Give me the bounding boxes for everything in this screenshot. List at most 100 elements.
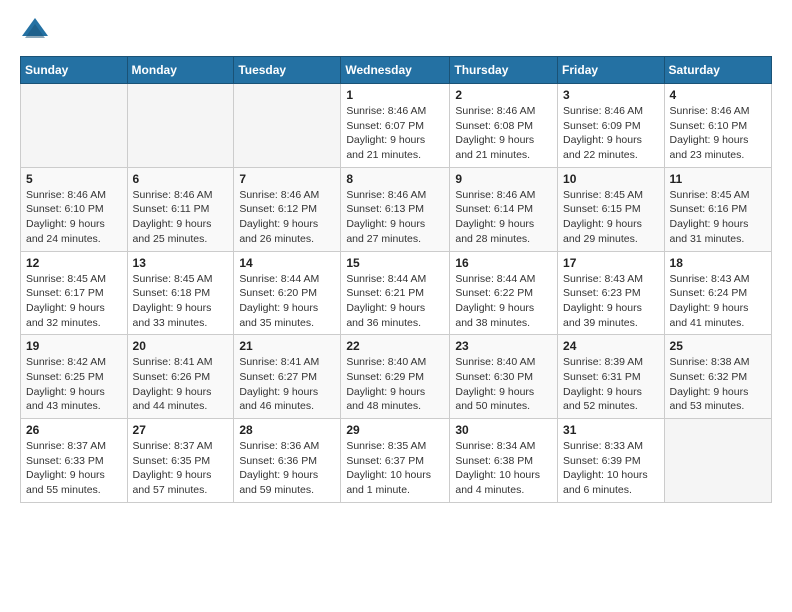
calendar-cell: 6 Sunrise: 8:46 AMSunset: 6:11 PMDaylight… bbox=[127, 167, 234, 251]
calendar-cell bbox=[664, 419, 771, 503]
day-info: Sunrise: 8:45 AMSunset: 6:17 PMDaylight:… bbox=[26, 272, 122, 331]
day-info: Sunrise: 8:36 AMSunset: 6:36 PMDaylight:… bbox=[239, 439, 335, 498]
calendar-cell: 4 Sunrise: 8:46 AMSunset: 6:10 PMDaylight… bbox=[664, 84, 771, 168]
day-info: Sunrise: 8:46 AMSunset: 6:09 PMDaylight:… bbox=[563, 104, 659, 163]
calendar-cell: 1 Sunrise: 8:46 AMSunset: 6:07 PMDaylight… bbox=[341, 84, 450, 168]
calendar-cell: 30 Sunrise: 8:34 AMSunset: 6:38 PMDayligh… bbox=[450, 419, 558, 503]
day-info: Sunrise: 8:40 AMSunset: 6:29 PMDaylight:… bbox=[346, 355, 444, 414]
calendar-cell: 11 Sunrise: 8:45 AMSunset: 6:16 PMDayligh… bbox=[664, 167, 771, 251]
day-info: Sunrise: 8:46 AMSunset: 6:07 PMDaylight:… bbox=[346, 104, 444, 163]
day-number: 31 bbox=[563, 423, 659, 437]
day-number: 30 bbox=[455, 423, 552, 437]
day-info: Sunrise: 8:46 AMSunset: 6:11 PMDaylight:… bbox=[133, 188, 229, 247]
day-info: Sunrise: 8:33 AMSunset: 6:39 PMDaylight:… bbox=[563, 439, 659, 498]
weekday-header-sunday: Sunday bbox=[21, 57, 128, 84]
calendar-cell: 3 Sunrise: 8:46 AMSunset: 6:09 PMDaylight… bbox=[558, 84, 665, 168]
day-number: 13 bbox=[133, 256, 229, 270]
calendar-cell: 25Sunrise: 8:38 AMSunset: 6:32 PMDayligh… bbox=[664, 335, 771, 419]
day-number: 27 bbox=[133, 423, 229, 437]
calendar-cell: 9 Sunrise: 8:46 AMSunset: 6:14 PMDaylight… bbox=[450, 167, 558, 251]
day-number: 14 bbox=[239, 256, 335, 270]
day-number: 18 bbox=[670, 256, 766, 270]
calendar-cell: 12 Sunrise: 8:45 AMSunset: 6:17 PMDayligh… bbox=[21, 251, 128, 335]
calendar-cell: 8 Sunrise: 8:46 AMSunset: 6:13 PMDaylight… bbox=[341, 167, 450, 251]
day-number: 24 bbox=[563, 339, 659, 353]
day-info: Sunrise: 8:46 AMSunset: 6:10 PMDaylight:… bbox=[670, 104, 766, 163]
day-number: 3 bbox=[563, 88, 659, 102]
day-info: Sunrise: 8:43 AMSunset: 6:24 PMDaylight:… bbox=[670, 272, 766, 331]
day-info: Sunrise: 8:43 AMSunset: 6:23 PMDaylight:… bbox=[563, 272, 659, 331]
day-number: 9 bbox=[455, 172, 552, 186]
weekday-header-friday: Friday bbox=[558, 57, 665, 84]
weekday-row: SundayMondayTuesdayWednesdayThursdayFrid… bbox=[21, 57, 772, 84]
day-number: 6 bbox=[133, 172, 229, 186]
day-info: Sunrise: 8:46 AMSunset: 6:08 PMDaylight:… bbox=[455, 104, 552, 163]
calendar-cell: 27 Sunrise: 8:37 AMSunset: 6:35 PMDayligh… bbox=[127, 419, 234, 503]
day-number: 22 bbox=[346, 339, 444, 353]
day-number: 16 bbox=[455, 256, 552, 270]
day-number: 8 bbox=[346, 172, 444, 186]
day-info: Sunrise: 8:44 AMSunset: 6:20 PMDaylight:… bbox=[239, 272, 335, 331]
calendar-cell: 24 Sunrise: 8:39 AMSunset: 6:31 PMDayligh… bbox=[558, 335, 665, 419]
day-info: Sunrise: 8:46 AMSunset: 6:13 PMDaylight:… bbox=[346, 188, 444, 247]
day-number: 29 bbox=[346, 423, 444, 437]
day-info: Sunrise: 8:45 AMSunset: 6:18 PMDaylight:… bbox=[133, 272, 229, 331]
day-number: 21 bbox=[239, 339, 335, 353]
calendar-cell bbox=[21, 84, 128, 168]
day-info: Sunrise: 8:34 AMSunset: 6:38 PMDaylight:… bbox=[455, 439, 552, 498]
calendar-body: 1 Sunrise: 8:46 AMSunset: 6:07 PMDaylight… bbox=[21, 84, 772, 503]
calendar-header: SundayMondayTuesdayWednesdayThursdayFrid… bbox=[21, 57, 772, 84]
calendar-cell bbox=[127, 84, 234, 168]
calendar-cell: 7 Sunrise: 8:46 AMSunset: 6:12 PMDaylight… bbox=[234, 167, 341, 251]
calendar-week-2: 12 Sunrise: 8:45 AMSunset: 6:17 PMDayligh… bbox=[21, 251, 772, 335]
calendar-cell: 26Sunrise: 8:37 AMSunset: 6:33 PMDayligh… bbox=[21, 419, 128, 503]
day-number: 23 bbox=[455, 339, 552, 353]
day-number: 19 bbox=[26, 339, 122, 353]
calendar-cell: 29Sunrise: 8:35 AMSunset: 6:37 PMDayligh… bbox=[341, 419, 450, 503]
calendar-cell: 23 Sunrise: 8:40 AMSunset: 6:30 PMDayligh… bbox=[450, 335, 558, 419]
day-number: 20 bbox=[133, 339, 229, 353]
day-info: Sunrise: 8:38 AMSunset: 6:32 PMDaylight:… bbox=[670, 355, 766, 414]
day-info: Sunrise: 8:46 AMSunset: 6:14 PMDaylight:… bbox=[455, 188, 552, 247]
calendar-week-1: 5Sunrise: 8:46 AMSunset: 6:10 PMDaylight… bbox=[21, 167, 772, 251]
day-number: 11 bbox=[670, 172, 766, 186]
day-number: 12 bbox=[26, 256, 122, 270]
calendar-table: SundayMondayTuesdayWednesdayThursdayFrid… bbox=[20, 56, 772, 503]
day-info: Sunrise: 8:40 AMSunset: 6:30 PMDaylight:… bbox=[455, 355, 552, 414]
day-number: 26 bbox=[26, 423, 122, 437]
day-info: Sunrise: 8:46 AMSunset: 6:10 PMDaylight:… bbox=[26, 188, 122, 247]
header bbox=[20, 16, 772, 46]
day-number: 7 bbox=[239, 172, 335, 186]
day-info: Sunrise: 8:46 AMSunset: 6:12 PMDaylight:… bbox=[239, 188, 335, 247]
calendar-cell: 28 Sunrise: 8:36 AMSunset: 6:36 PMDayligh… bbox=[234, 419, 341, 503]
logo bbox=[20, 16, 54, 46]
day-info: Sunrise: 8:41 AMSunset: 6:27 PMDaylight:… bbox=[239, 355, 335, 414]
weekday-header-wednesday: Wednesday bbox=[341, 57, 450, 84]
weekday-header-saturday: Saturday bbox=[664, 57, 771, 84]
day-info: Sunrise: 8:39 AMSunset: 6:31 PMDaylight:… bbox=[563, 355, 659, 414]
day-info: Sunrise: 8:44 AMSunset: 6:21 PMDaylight:… bbox=[346, 272, 444, 331]
day-info: Sunrise: 8:42 AMSunset: 6:25 PMDaylight:… bbox=[26, 355, 122, 414]
calendar-cell: 14 Sunrise: 8:44 AMSunset: 6:20 PMDayligh… bbox=[234, 251, 341, 335]
calendar-cell: 18 Sunrise: 8:43 AMSunset: 6:24 PMDayligh… bbox=[664, 251, 771, 335]
day-info: Sunrise: 8:44 AMSunset: 6:22 PMDaylight:… bbox=[455, 272, 552, 331]
day-info: Sunrise: 8:45 AMSunset: 6:15 PMDaylight:… bbox=[563, 188, 659, 247]
day-info: Sunrise: 8:45 AMSunset: 6:16 PMDaylight:… bbox=[670, 188, 766, 247]
weekday-header-thursday: Thursday bbox=[450, 57, 558, 84]
calendar-cell: 2 Sunrise: 8:46 AMSunset: 6:08 PMDaylight… bbox=[450, 84, 558, 168]
day-info: Sunrise: 8:37 AMSunset: 6:35 PMDaylight:… bbox=[133, 439, 229, 498]
calendar-cell: 19 Sunrise: 8:42 AMSunset: 6:25 PMDayligh… bbox=[21, 335, 128, 419]
logo-icon bbox=[20, 16, 50, 46]
calendar-week-3: 19 Sunrise: 8:42 AMSunset: 6:25 PMDayligh… bbox=[21, 335, 772, 419]
calendar-cell: 22 Sunrise: 8:40 AMSunset: 6:29 PMDayligh… bbox=[341, 335, 450, 419]
calendar-cell bbox=[234, 84, 341, 168]
day-info: Sunrise: 8:41 AMSunset: 6:26 PMDaylight:… bbox=[133, 355, 229, 414]
weekday-header-tuesday: Tuesday bbox=[234, 57, 341, 84]
page: SundayMondayTuesdayWednesdayThursdayFrid… bbox=[0, 0, 792, 519]
calendar-cell: 16 Sunrise: 8:44 AMSunset: 6:22 PMDayligh… bbox=[450, 251, 558, 335]
day-number: 4 bbox=[670, 88, 766, 102]
day-number: 2 bbox=[455, 88, 552, 102]
day-number: 1 bbox=[346, 88, 444, 102]
day-number: 28 bbox=[239, 423, 335, 437]
calendar-week-4: 26Sunrise: 8:37 AMSunset: 6:33 PMDayligh… bbox=[21, 419, 772, 503]
